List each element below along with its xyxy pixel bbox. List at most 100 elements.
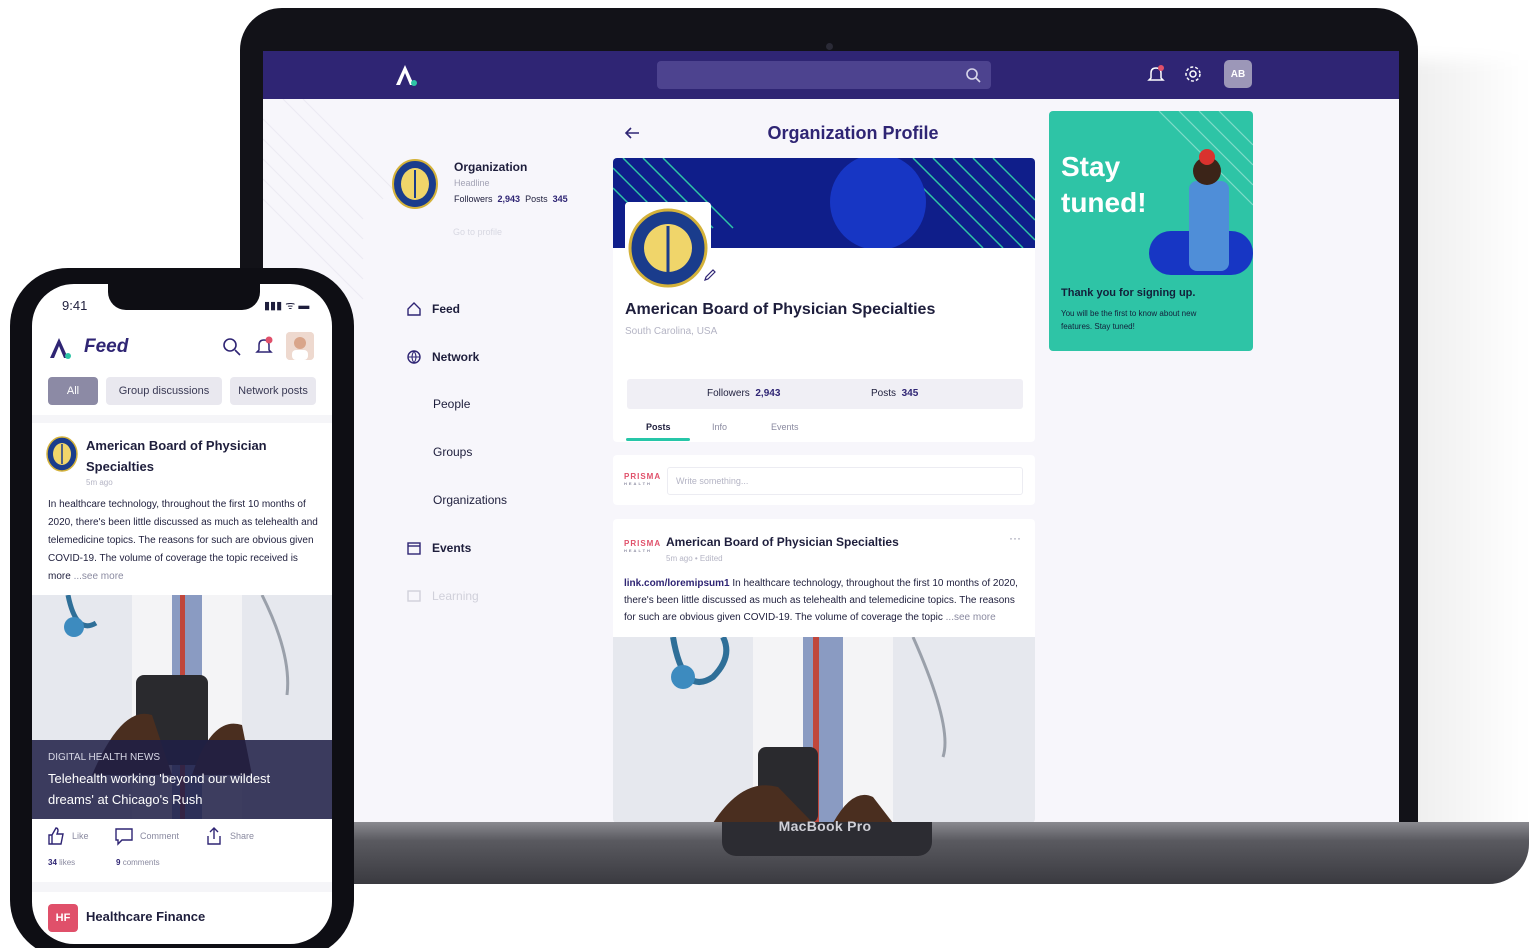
post-text: In healthcare technology, throughout the… bbox=[48, 499, 318, 582]
comment-label: Comment bbox=[140, 831, 180, 841]
search-icon[interactable] bbox=[965, 67, 981, 83]
healthcare-finance-avatar[interactable]: HF bbox=[48, 904, 78, 932]
likes-label: likes bbox=[59, 858, 76, 867]
search-input[interactable] bbox=[665, 65, 955, 85]
caption-title: Telehealth working 'beyond our wildest d… bbox=[48, 771, 271, 807]
post-time: 5m ago bbox=[86, 478, 113, 487]
post-body: link.com/loremipsum1 In healthcare techn… bbox=[624, 575, 1026, 626]
sidebar-item-groups[interactable]: Groups bbox=[433, 445, 472, 459]
post-more-options-button[interactable]: ··· bbox=[1009, 531, 1021, 545]
search-bar[interactable] bbox=[657, 61, 991, 89]
sidebar-item-network[interactable]: Network bbox=[406, 349, 479, 365]
comments-count[interactable]: 9 comments bbox=[116, 858, 160, 867]
post-body: In healthcare technology, throughout the… bbox=[48, 496, 320, 586]
app-logo-icon[interactable] bbox=[48, 336, 72, 360]
sidebar-item-label: Feed bbox=[432, 302, 461, 316]
sidebar-item-organizations[interactable]: Organizations bbox=[433, 493, 507, 507]
see-more-link[interactable]: ...see more bbox=[946, 612, 996, 623]
edit-pencil-icon[interactable] bbox=[703, 268, 717, 282]
prisma-health-logo: PRISMA HEALTH bbox=[624, 472, 661, 486]
post-link[interactable]: link.com/loremipsum1 bbox=[624, 578, 730, 589]
notification-bell-icon[interactable] bbox=[254, 336, 274, 356]
section-divider bbox=[32, 415, 332, 423]
write-something-input[interactable]: Write something... bbox=[667, 467, 1023, 495]
prisma-logo-sub: HEALTH bbox=[624, 548, 652, 553]
abps-profile-logo[interactable] bbox=[625, 202, 711, 294]
like-label: Like bbox=[72, 831, 89, 841]
post-author[interactable]: American Board of Physician Specialties bbox=[666, 535, 899, 549]
posts-label: Posts bbox=[871, 388, 897, 399]
sidebar-item-label: Groups bbox=[433, 445, 473, 459]
sidebar-item-feed[interactable]: Feed bbox=[406, 301, 460, 317]
learning-icon bbox=[407, 590, 421, 602]
share-button[interactable]: Share bbox=[204, 826, 254, 846]
user-avatar[interactable] bbox=[286, 332, 314, 360]
laptop-screen: AB Organization Headline Followers 2,943… bbox=[263, 51, 1399, 823]
like-button[interactable]: Like bbox=[46, 826, 89, 846]
organization-profile-card: American Board of Physician Specialties … bbox=[613, 158, 1035, 442]
organization-location: South Carolina, USA bbox=[625, 326, 718, 337]
prisma-logo-sub: HEALTH bbox=[624, 481, 652, 486]
post-caption-overlay[interactable]: DIGITAL HEALTH NEWS Telehealth working '… bbox=[32, 740, 332, 819]
sidebar-item-label: Events bbox=[432, 541, 472, 555]
followers-stat[interactable]: Followers 2,943 bbox=[707, 388, 780, 399]
followers-label: Followers bbox=[707, 388, 750, 399]
status-time: 9:41 bbox=[62, 298, 88, 313]
comment-button[interactable]: Comment bbox=[114, 826, 179, 846]
avatar-image bbox=[286, 332, 314, 360]
sidebar-org-name: Organization bbox=[454, 160, 528, 174]
user-avatar[interactable]: AB bbox=[1224, 60, 1252, 88]
likes-count[interactable]: 34 likes bbox=[48, 858, 75, 867]
sidebar-item-learning[interactable]: Learning bbox=[406, 588, 479, 604]
sidebar-item-people[interactable]: People bbox=[433, 397, 470, 411]
followers-count: 2,943 bbox=[755, 388, 781, 399]
calendar-icon bbox=[407, 542, 421, 555]
post-card: PRISMA HEALTH American Board of Physicia… bbox=[613, 519, 1035, 823]
chip-network-posts[interactable]: Network posts bbox=[230, 377, 316, 405]
app-logo-icon[interactable] bbox=[393, 62, 419, 88]
tab-posts[interactable]: Posts bbox=[646, 422, 671, 432]
profile-stats-bar: Followers 2,943 Posts 345 bbox=[627, 379, 1023, 409]
share-label: Share bbox=[230, 831, 255, 841]
followers-label: Followers bbox=[454, 194, 493, 204]
posts-stat[interactable]: Posts 345 bbox=[871, 388, 918, 399]
thumbs-up-icon bbox=[48, 827, 64, 845]
post-image[interactable] bbox=[613, 637, 1035, 823]
search-icon[interactable] bbox=[222, 337, 242, 357]
stay-tuned-ad[interactable]: Stay tuned! Thank you for signing up. Yo… bbox=[1049, 111, 1253, 351]
prisma-health-logo: PRISMA HEALTH bbox=[624, 539, 661, 553]
share-icon bbox=[207, 827, 221, 845]
page-title: Organization Profile bbox=[767, 123, 939, 143]
prisma-logo-text: PRISMA bbox=[624, 472, 662, 481]
prisma-logo-text: PRISMA bbox=[624, 539, 662, 548]
chip-group-discussions[interactable]: Group discussions bbox=[106, 377, 222, 405]
chip-all[interactable]: All bbox=[48, 377, 98, 405]
section-divider bbox=[32, 882, 332, 892]
comment-icon bbox=[115, 828, 133, 846]
phone-notch bbox=[108, 284, 260, 310]
feed-title: Feed bbox=[84, 336, 129, 357]
ad-thanks: Thank you for signing up. bbox=[1061, 287, 1196, 299]
sidebar-org-headline: Headline bbox=[454, 178, 490, 188]
settings-gear-icon[interactable] bbox=[1183, 64, 1203, 84]
likes-number: 34 bbox=[48, 858, 57, 867]
back-arrow-icon[interactable] bbox=[623, 125, 641, 141]
notification-bell-icon[interactable] bbox=[1146, 64, 1166, 84]
abps-seal-logo[interactable] bbox=[46, 436, 78, 472]
sidebar-item-events[interactable]: Events bbox=[406, 540, 471, 556]
organization-name: American Board of Physician Specialties bbox=[625, 301, 936, 318]
post-meta: 5m ago • Edited bbox=[666, 554, 723, 563]
comments-label: comments bbox=[122, 858, 160, 867]
sidebar-item-label: Organizations bbox=[433, 493, 508, 507]
see-more-link[interactable]: ...see more bbox=[71, 571, 124, 582]
abps-seal-logo[interactable] bbox=[391, 158, 439, 210]
next-post-author[interactable]: Healthcare Finance bbox=[86, 909, 205, 924]
tab-events[interactable]: Events bbox=[771, 422, 799, 432]
camera bbox=[826, 43, 833, 50]
post-author[interactable]: American Board of Physician Specialties bbox=[86, 435, 286, 477]
tab-info[interactable]: Info bbox=[712, 422, 727, 432]
sidebar-item-label: Learning bbox=[432, 589, 479, 603]
go-to-profile-link[interactable]: Go to profile bbox=[453, 227, 502, 237]
stage: AB Organization Headline Followers 2,943… bbox=[0, 0, 1529, 948]
top-navigation-bar: AB bbox=[263, 51, 1399, 99]
